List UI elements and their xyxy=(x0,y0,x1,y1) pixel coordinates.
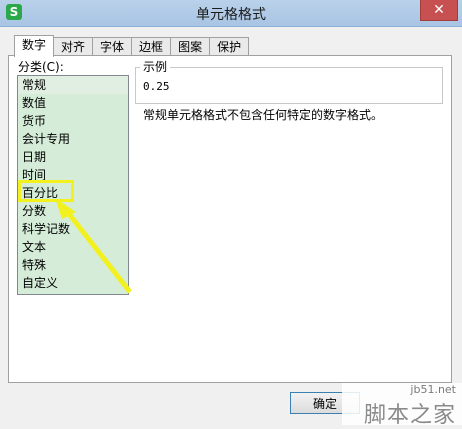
tab-alignment[interactable]: 对齐 xyxy=(53,37,94,56)
watermark-brand: 脚本之家 xyxy=(363,403,456,428)
tab-pattern[interactable]: 图案 xyxy=(170,37,211,56)
tab-strip: 数字 对齐 字体 边框 图案 保护 xyxy=(14,35,250,57)
tab-font[interactable]: 字体 xyxy=(92,37,133,56)
tab-number[interactable]: 数字 xyxy=(14,35,55,57)
watermark: jb51.net 脚本之家 xyxy=(342,383,462,428)
category-item-text[interactable]: 文本 xyxy=(18,238,128,256)
category-item-accounting[interactable]: 会计专用 xyxy=(18,130,128,148)
format-description: 常规单元格格式不包含任何特定的数字格式。 xyxy=(143,108,384,122)
percentage-highlight-box xyxy=(18,180,74,202)
category-item-general[interactable]: 常规 xyxy=(18,76,128,94)
tab-border[interactable]: 边框 xyxy=(131,37,172,56)
category-item-special[interactable]: 特殊 xyxy=(18,256,128,274)
window-title: 单元格格式 xyxy=(196,7,266,23)
category-label: 分类(C): xyxy=(18,60,64,74)
category-item-currency[interactable]: 货币 xyxy=(18,112,128,130)
sample-group xyxy=(135,67,443,104)
watermark-site: jb51.net xyxy=(410,383,456,396)
category-item-fraction[interactable]: 分数 xyxy=(18,202,128,220)
category-item-custom[interactable]: 自定义 xyxy=(18,274,128,292)
sample-value: 0.25 xyxy=(143,80,170,93)
title-bar: S 单元格格式 ✕ xyxy=(0,0,462,27)
category-item-date[interactable]: 日期 xyxy=(18,148,128,166)
category-item-number[interactable]: 数值 xyxy=(18,94,128,112)
sample-legend: 示例 xyxy=(140,58,171,75)
close-button[interactable]: ✕ xyxy=(420,0,458,21)
tab-protection[interactable]: 保护 xyxy=(209,37,250,56)
category-item-scientific[interactable]: 科学记数 xyxy=(18,220,128,238)
